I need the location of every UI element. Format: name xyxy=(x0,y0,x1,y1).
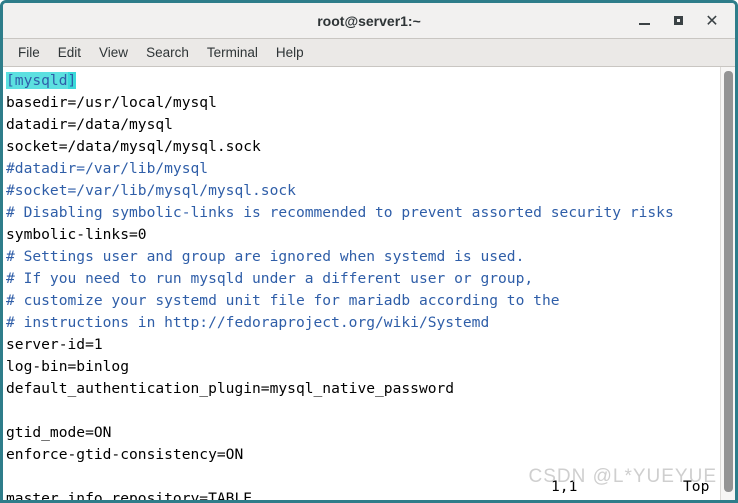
menu-item-view[interactable]: View xyxy=(90,42,137,63)
terminal-line: # If you need to run mysqld under a diff… xyxy=(6,268,720,290)
terminal-line xyxy=(6,466,720,488)
terminal-line: # Settings user and group are ignored wh… xyxy=(6,246,720,268)
config-line-text: gtid_mode=ON xyxy=(6,424,112,441)
title-bar[interactable]: root@server1:~ ✕ xyxy=(3,3,735,39)
maximize-icon xyxy=(673,16,683,25)
config-line-text: socket=/data/mysql/mysql.sock xyxy=(6,138,261,155)
terminal-line xyxy=(6,400,720,422)
close-icon: ✕ xyxy=(705,10,719,30)
config-line-text: master_info_repository=TABLE xyxy=(6,490,253,500)
terminal-line: enforce-gtid-consistency=ON xyxy=(6,444,720,466)
window-title: root@server1:~ xyxy=(317,12,421,29)
minimize-button[interactable] xyxy=(627,6,661,36)
config-line-text: datadir=/data/mysql xyxy=(6,116,173,133)
config-line-text: log-bin=binlog xyxy=(6,358,130,375)
config-line-text: default_authentication_plugin=mysql_nati… xyxy=(6,380,455,397)
terminal-line: #socket=/var/lib/mysql/mysql.sock xyxy=(6,180,720,202)
terminal-line: basedir=/usr/local/mysql xyxy=(6,92,720,114)
menu-item-terminal[interactable]: Terminal xyxy=(198,42,267,63)
terminal-text-buffer[interactable]: [mysqld] basedir=/usr/local/mysql datadir=… xyxy=(3,67,720,500)
minimize-icon xyxy=(638,23,650,25)
terminal-line: datadir=/data/mysql xyxy=(6,114,720,136)
comment-line-text: # Disabling symbolic-links is recommende… xyxy=(6,204,674,221)
comment-line-text: # If you need to run mysqld under a diff… xyxy=(6,270,534,287)
config-line-text: symbolic-links=0 xyxy=(6,226,147,243)
config-line-text: server-id=1 xyxy=(6,336,103,353)
menu-item-file[interactable]: File xyxy=(9,42,49,63)
menu-item-help[interactable]: Help xyxy=(267,42,313,63)
menu-item-search[interactable]: Search xyxy=(137,42,198,63)
terminal-line: gtid_mode=ON xyxy=(6,422,720,444)
terminal-line: # instructions in http://fedoraproject.o… xyxy=(6,312,720,334)
terminal-line: default_authentication_plugin=mysql_nati… xyxy=(6,378,720,400)
close-button[interactable]: ✕ xyxy=(695,6,729,36)
terminal-line: # customize your systemd unit file for m… xyxy=(6,290,720,312)
terminal-body[interactable]: [mysqld] basedir=/usr/local/mysql datadir=… xyxy=(3,67,735,500)
config-line-text: enforce-gtid-consistency=ON xyxy=(6,446,244,463)
menu-item-edit[interactable]: Edit xyxy=(49,42,90,63)
section-header-text: [mysqld xyxy=(6,72,68,89)
comment-line-text: #socket=/var/lib/mysql/mysql.sock xyxy=(6,182,296,199)
terminal-line: [mysqld] xyxy=(6,70,720,92)
terminal-line: server-id=1 xyxy=(6,334,720,356)
config-line-text xyxy=(6,402,15,419)
comment-line-text: # Settings user and group are ignored wh… xyxy=(6,248,525,265)
terminal-line: socket=/data/mysql/mysql.sock xyxy=(6,136,720,158)
maximize-button[interactable] xyxy=(661,6,695,36)
scrollbar-thumb[interactable] xyxy=(724,71,733,492)
terminal-line: #datadir=/var/lib/mysql xyxy=(6,158,720,180)
text-cursor: ] xyxy=(67,72,77,89)
comment-line-text: # instructions in http://fedoraproject.o… xyxy=(6,314,490,331)
comment-line-text: #datadir=/var/lib/mysql xyxy=(6,160,209,177)
terminal-line: symbolic-links=0 xyxy=(6,224,720,246)
terminal-window: root@server1:~ ✕ File Edit View Search T… xyxy=(0,0,738,503)
terminal-line: # Disabling symbolic-links is recommende… xyxy=(6,202,720,224)
config-line-text xyxy=(6,468,15,485)
comment-line-text: # customize your systemd unit file for m… xyxy=(6,292,560,309)
terminal-line: log-bin=binlog xyxy=(6,356,720,378)
config-line-text: basedir=/usr/local/mysql xyxy=(6,94,217,111)
vertical-scrollbar[interactable] xyxy=(720,67,735,500)
window-controls: ✕ xyxy=(627,3,729,38)
menu-bar: File Edit View Search Terminal Help xyxy=(3,39,735,67)
terminal-line: master_info_repository=TABLE xyxy=(6,488,720,500)
